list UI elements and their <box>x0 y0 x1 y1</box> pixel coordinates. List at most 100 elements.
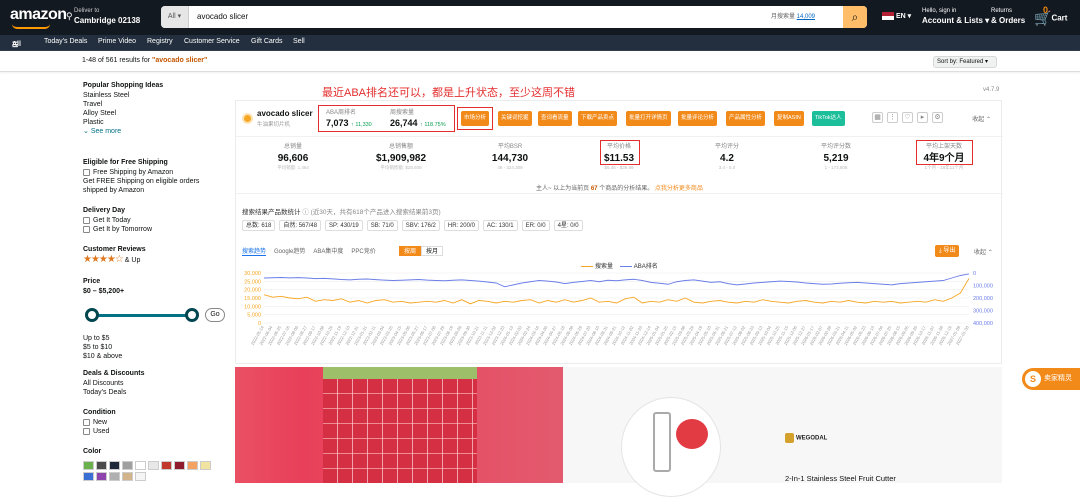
subnav-customer-service[interactable]: Customer Service <box>184 38 240 45</box>
checkbox[interactable] <box>83 225 90 233</box>
seller-sprite-floating-button[interactable]: S 卖家精灵 <box>1022 368 1080 390</box>
stat-value: $11.53 <box>603 153 635 164</box>
brand-shield-icon <box>785 433 794 443</box>
popular-item[interactable]: Plastic <box>83 118 163 127</box>
search-volume-value[interactable]: 14,009 <box>797 14 815 20</box>
y-right-tick: 300,000 <box>973 309 993 315</box>
delivery-option[interactable]: Get It Today <box>83 216 152 225</box>
price-max-handle[interactable] <box>185 308 199 322</box>
color-swatch[interactable] <box>122 461 133 470</box>
period-month[interactable]: 按月 <box>421 246 444 256</box>
condition-option[interactable]: New <box>83 418 116 427</box>
condition-option[interactable]: Used <box>83 427 116 436</box>
popular-item[interactable]: Stainless Steel <box>83 91 163 100</box>
deliver-to[interactable]: ⚲ Deliver to Cambridge 02138 <box>66 7 140 25</box>
price-min-handle[interactable] <box>85 308 99 322</box>
amazon-logo[interactable]: amazon <box>10 6 67 24</box>
checkbox[interactable] <box>83 427 90 435</box>
batch-open-details-button[interactable]: 批量打开详情页 <box>626 111 671 126</box>
period-week[interactable]: 按周 <box>399 246 422 256</box>
color-swatch[interactable] <box>83 461 94 470</box>
subnav-sell[interactable]: Sell <box>293 38 305 45</box>
four-stars-up[interactable]: ★★★★☆ & Up <box>83 255 146 265</box>
checkbox[interactable] <box>83 216 90 224</box>
color-swatch[interactable] <box>109 472 120 481</box>
color-swatch[interactable] <box>200 461 211 470</box>
color-swatch[interactable] <box>174 461 185 470</box>
keyword-mining-button[interactable]: 关键词挖掘 <box>498 111 532 126</box>
settings-icon[interactable]: ⚙ <box>932 112 943 123</box>
copy-asin-button[interactable]: 复制ASIN <box>774 111 804 126</box>
color-swatch[interactable] <box>122 472 133 481</box>
keyword-title: avocado slicer <box>257 109 313 118</box>
search-button[interactable]: ⌕ <box>843 6 867 28</box>
color-swatch[interactable] <box>109 461 120 470</box>
price-slider[interactable]: Go <box>83 308 225 322</box>
price-link[interactable]: $5 to $10 <box>83 343 122 352</box>
sort-select[interactable]: Sort by: Featured ▾ <box>933 56 997 68</box>
heart-icon[interactable]: ♡ <box>902 112 913 123</box>
color-swatch[interactable] <box>135 461 146 470</box>
checkbox[interactable] <box>83 168 90 176</box>
grid-icon[interactable]: ▦ <box>872 112 883 123</box>
subnav-gift-cards[interactable]: Gift Cards <box>251 38 283 45</box>
analysis-note: 主人~ 以上为当前页 67 个商品的分析结果。 点我分析更多商品 <box>536 183 703 192</box>
stat-total-sales: 总销量 96,606 平均销量: 1,464 <box>243 142 343 172</box>
chart-tab[interactable]: Google趋势 <box>274 249 305 255</box>
collapse-button[interactable]: 收起 ⌃ <box>972 114 991 123</box>
traffic-lookup-button[interactable]: 查词看流量 <box>538 111 572 126</box>
chart-tab[interactable]: PPC竞价 <box>351 249 375 255</box>
price-link[interactable]: $10 & above <box>83 352 122 361</box>
price-link[interactable]: Up to $5 <box>83 334 122 343</box>
analyze-more-link[interactable]: 点我分析更多商品 <box>655 186 703 192</box>
free-shipping-option[interactable]: Free Shipping by Amazon <box>83 168 213 177</box>
product-title[interactable]: 2-In-1 Stainless Steel Fruit Cutter <box>785 474 896 483</box>
subnav-todays-deals[interactable]: Today's Deals <box>44 38 87 45</box>
delivery-option[interactable]: Get It by Tomorrow <box>83 225 152 234</box>
chevron-up-icon: ⌃ <box>985 117 991 123</box>
batch-review-analysis-button[interactable]: 批量评论分析 <box>678 111 718 126</box>
trend-chart: 30,00025,00020,00015,00010,0005,00000100… <box>244 271 993 346</box>
subnav-prime-video[interactable]: Prime Video <box>98 38 136 45</box>
color-swatch[interactable] <box>135 472 146 481</box>
account-lists[interactable]: Hello, sign in Account & Lists ▾ <box>922 7 989 25</box>
download-selling-points-button[interactable]: 下载产品卖点 <box>578 111 618 126</box>
checkbox[interactable] <box>83 418 90 426</box>
stats-tag: 自然: 567/48 <box>279 220 322 231</box>
play-icon[interactable]: ▸ <box>917 112 928 123</box>
chart-collapse-button[interactable]: 收起 ⌃ <box>974 247 993 256</box>
stat-sub: 46 - 324,309 <box>497 165 523 170</box>
chart-tab[interactable]: ABA集中度 <box>313 249 343 255</box>
cart-button[interactable]: 0 🛒Cart <box>1034 5 1067 27</box>
color-swatch[interactable] <box>96 472 107 481</box>
deals-item[interactable]: All Discounts <box>83 379 144 388</box>
attribute-analysis-button[interactable]: 产品属性分析 <box>726 111 766 126</box>
popular-item[interactable]: Alloy Steel <box>83 109 163 118</box>
subnav-registry[interactable]: Registry <box>147 38 173 45</box>
stats-title: 搜索结果产品数统计 <box>242 209 301 216</box>
color-swatch[interactable] <box>161 461 172 470</box>
color-swatch[interactable] <box>83 472 94 481</box>
color-swatch[interactable] <box>148 461 159 470</box>
search-category-select[interactable]: All ▾ <box>161 6 189 28</box>
stat-avg-rating: 平均评分 4.2 3.4 - 5.0 <box>677 142 777 172</box>
deals-item[interactable]: Today's Deals <box>83 388 144 397</box>
color-swatch[interactable] <box>96 461 107 470</box>
market-analysis-button[interactable]: 市场分析 <box>461 111 490 126</box>
delivery-option-label: Get It by Tomorrow <box>93 226 153 233</box>
more-icon[interactable]: ⋮ <box>887 112 898 123</box>
aba-rank-value: 7,073 <box>326 118 349 128</box>
product-card[interactable]: WEGODAL 2-In-1 Stainless Steel Fruit Cut… <box>563 367 1002 497</box>
price-go-button[interactable]: Go <box>205 308 225 322</box>
info-icon: ⓘ <box>302 209 309 216</box>
returns-orders[interactable]: Returns & Orders <box>991 7 1025 25</box>
see-more-link[interactable]: ⌄ See more <box>83 127 163 136</box>
product-image-watermelon[interactable] <box>235 367 563 483</box>
tiktok-influencer-button[interactable]: TikTok达人 <box>812 111 845 126</box>
language-selector[interactable]: EN ▾ <box>882 12 911 21</box>
search-input[interactable]: avocado slicer <box>197 6 248 28</box>
color-swatch[interactable] <box>187 461 198 470</box>
popular-item[interactable]: Travel <box>83 100 163 109</box>
export-button[interactable]: ⤓ 导出 <box>935 245 960 257</box>
chart-tab[interactable]: 搜索趋势 <box>242 249 267 256</box>
